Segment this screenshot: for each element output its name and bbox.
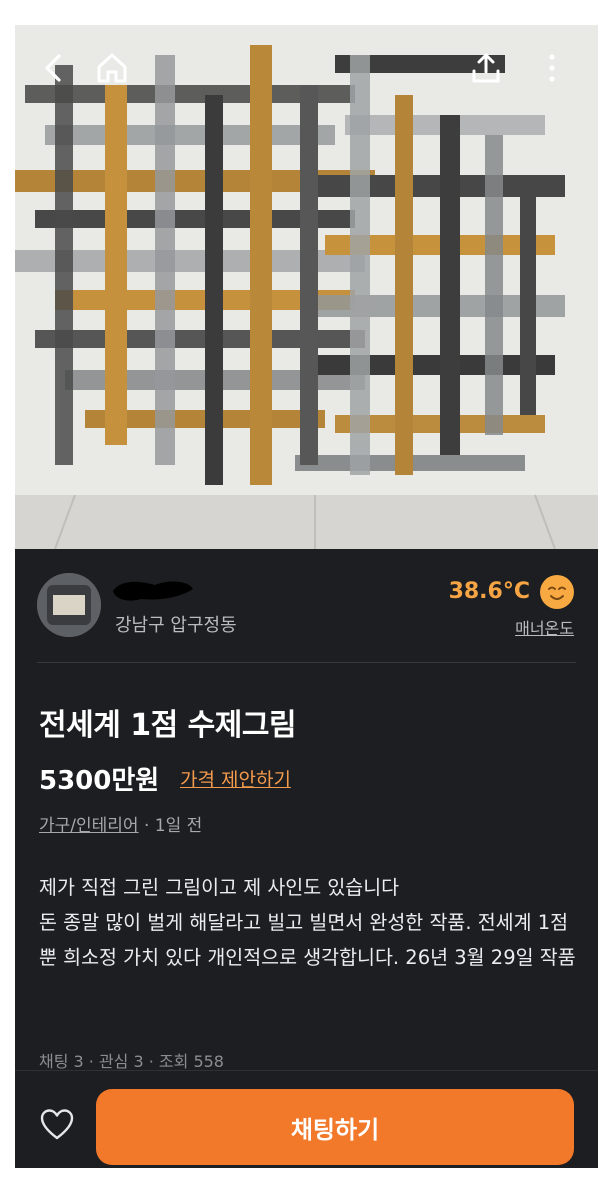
product-meta: 가구/인테리어 · 1일 전 <box>39 811 202 836</box>
manner-temperature-label[interactable]: 매너온도 <box>515 615 574 639</box>
avatar[interactable] <box>37 573 101 637</box>
product-description: 제가 직접 그린 그림이고 제 사인도 있습니다 돈 종말 많이 벌게 해달라고… <box>39 876 576 969</box>
product-price: 5300만원 <box>39 766 160 796</box>
category-link[interactable]: 가구/인테리어 <box>39 816 139 836</box>
product-detail-screen: 강남구 압구정동 38.6°C 매너온도 전세계 1점 수제그림 5300만원 … <box>15 25 598 1168</box>
posted-time: · 1일 전 <box>138 816 203 836</box>
product-stats: 채팅 3 · 관심 3 · 조회 558 <box>39 1052 224 1071</box>
divider <box>37 662 576 663</box>
manner-temperature-value: 38.6°C <box>448 579 530 604</box>
chat-button[interactable]: 채팅하기 <box>96 1089 574 1165</box>
top-navigation-bar <box>15 25 598 115</box>
smiling-face-icon <box>540 575 574 609</box>
price-offer-link[interactable]: 가격 제안하기 <box>180 765 291 792</box>
seller-nickname-redacted <box>111 577 195 603</box>
product-title: 전세계 1점 수제그림 <box>39 708 297 743</box>
seller-profile[interactable]: 강남구 압구정동 38.6°C 매너온도 <box>15 549 598 663</box>
home-icon[interactable] <box>95 51 129 85</box>
more-icon[interactable] <box>535 51 569 85</box>
back-icon[interactable] <box>37 51 71 85</box>
heart-icon[interactable] <box>39 1107 75 1143</box>
share-icon[interactable] <box>469 51 503 85</box>
bottom-action-bar: 채팅하기 <box>15 1070 598 1168</box>
seller-location: 강남구 압구정동 <box>115 615 237 636</box>
product-photo[interactable] <box>15 25 598 549</box>
